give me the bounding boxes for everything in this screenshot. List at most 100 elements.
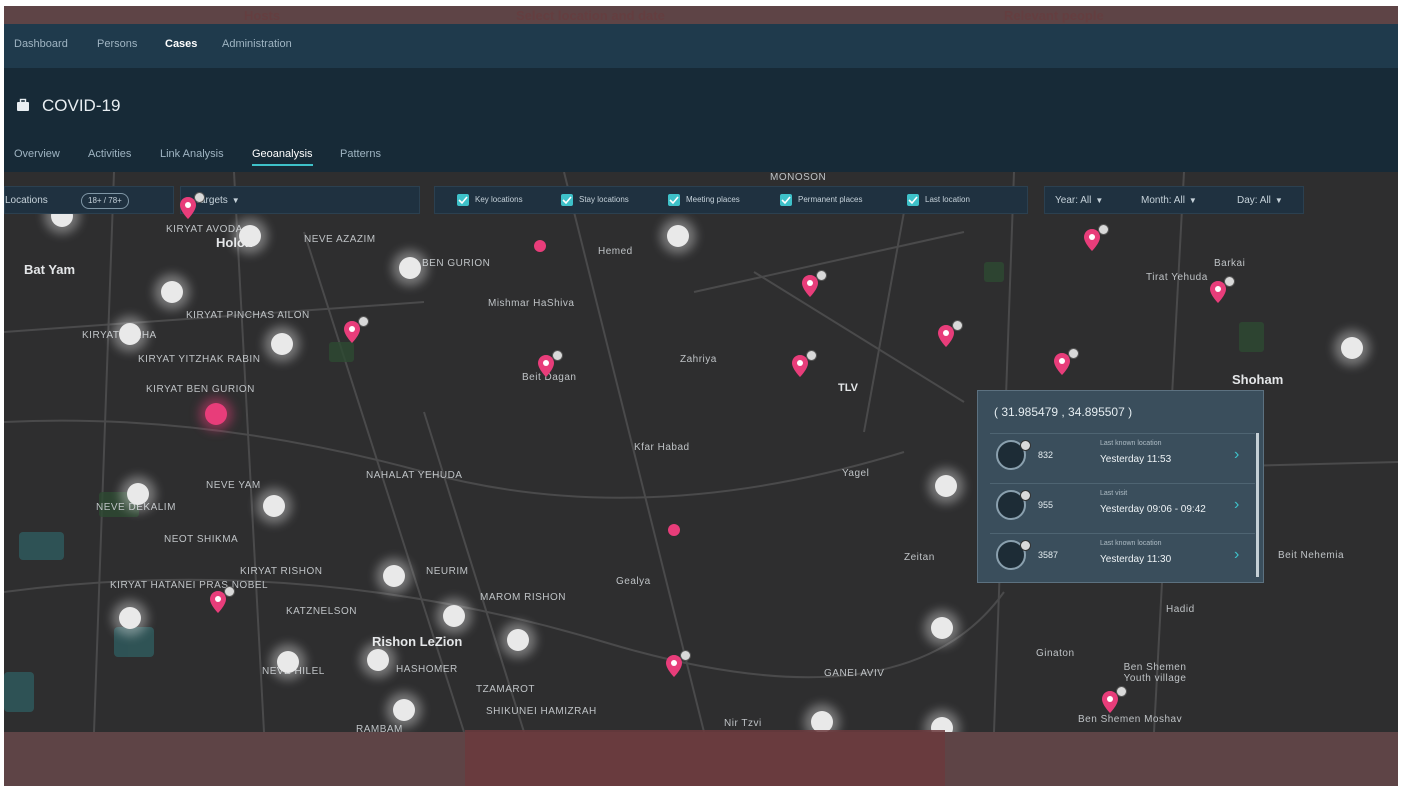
nav-persons[interactable]: Persons bbox=[97, 38, 137, 50]
bottom-panel bbox=[465, 730, 945, 786]
pin-badge bbox=[816, 270, 827, 281]
tab-activities[interactable]: Activities bbox=[88, 148, 131, 164]
cluster-marker[interactable] bbox=[507, 629, 529, 651]
chevron-right-icon[interactable]: › bbox=[1234, 446, 1239, 464]
tab-patterns[interactable]: Patterns bbox=[340, 148, 381, 164]
cluster-marker[interactable] bbox=[127, 483, 149, 505]
location-dot[interactable] bbox=[668, 524, 680, 536]
person-row[interactable]: 955 Last visit Yesterday 09:06 - 09:42 › bbox=[990, 483, 1255, 530]
pin-badge bbox=[1068, 348, 1079, 359]
year-dropdown[interactable]: Year: All ▼ bbox=[1055, 195, 1103, 206]
pin-badge bbox=[194, 192, 205, 203]
person-id: 3587 bbox=[1038, 550, 1059, 560]
person-id: 832 bbox=[1038, 450, 1054, 460]
pin-badge bbox=[358, 316, 369, 327]
person-id: 955 bbox=[1038, 500, 1054, 510]
row-time: Yesterday 09:06 - 09:42 bbox=[1100, 504, 1206, 515]
popup-scrollbar[interactable] bbox=[1256, 433, 1259, 577]
tab-geoanalysis[interactable]: Geoanalysis bbox=[252, 148, 313, 166]
pin-badge bbox=[680, 650, 691, 661]
cluster-marker[interactable] bbox=[393, 699, 415, 721]
label-nir-tzvi: Nir Tzvi bbox=[724, 718, 762, 729]
filter-stay-locations: Stay locations bbox=[579, 195, 629, 204]
label-hemed: Hemed bbox=[598, 246, 633, 257]
cluster-marker[interactable] bbox=[367, 649, 389, 671]
cluster-marker[interactable] bbox=[399, 257, 421, 279]
caret-down-icon: ▼ bbox=[1095, 196, 1104, 205]
cluster-marker[interactable] bbox=[263, 495, 285, 517]
checkbox-meeting-places[interactable] bbox=[668, 194, 680, 206]
pin-badge bbox=[1116, 686, 1127, 697]
cluster-marker[interactable] bbox=[443, 605, 465, 627]
cluster-marker[interactable] bbox=[811, 711, 833, 732]
tab-link-analysis[interactable]: Link Analysis bbox=[160, 148, 224, 164]
label-neve-yam: NEVE YAM bbox=[206, 480, 261, 491]
label-tlv: TLV bbox=[838, 382, 858, 394]
cluster-marker[interactable] bbox=[1341, 337, 1363, 359]
targets-bar[interactable]: Targets ▼ bbox=[180, 186, 420, 214]
month-dropdown[interactable]: Month: All ▼ bbox=[1141, 195, 1197, 206]
checkbox-last-location[interactable] bbox=[907, 194, 919, 206]
label-kiryat-pinchas: KIRYAT PINCHAS AILON bbox=[186, 310, 310, 321]
cluster-marker[interactable] bbox=[383, 565, 405, 587]
briefcase-icon bbox=[17, 98, 29, 111]
row-label: Last visit bbox=[1100, 490, 1128, 497]
cluster-marker[interactable] bbox=[161, 281, 183, 303]
label-beit-nehemia: Beit Nehemia bbox=[1278, 550, 1345, 561]
chevron-right-icon[interactable]: › bbox=[1234, 546, 1239, 564]
person-row[interactable]: 832 Last known location Yesterday 11:53 … bbox=[990, 433, 1255, 480]
label-neot-shikma: NEOT SHIKMA bbox=[164, 534, 239, 545]
label-mishmar-hashiva: Mishmar HaShiva bbox=[488, 298, 575, 309]
filter-key-locations: Key locations bbox=[475, 195, 523, 204]
avatar-badge bbox=[1020, 540, 1031, 551]
label-ginaton: Ginaton bbox=[1036, 648, 1075, 659]
nav-administration[interactable]: Administration bbox=[222, 38, 292, 50]
pin-badge bbox=[224, 586, 235, 597]
label-kiryat-hatanei: KIRYAT HATANEI PRAS NOBEL bbox=[110, 580, 269, 591]
avatar-badge bbox=[1020, 440, 1031, 451]
pin-badge bbox=[1224, 276, 1235, 287]
location-dot[interactable] bbox=[534, 240, 546, 252]
cluster-marker[interactable] bbox=[935, 475, 957, 497]
label-neurim: NEURIM bbox=[426, 566, 469, 577]
person-row[interactable]: 3587 Last known location Yesterday 11:30… bbox=[990, 533, 1255, 580]
checkbox-key-locations[interactable] bbox=[457, 194, 469, 206]
locations-count-badge[interactable]: 18+ / 78+ bbox=[81, 193, 129, 209]
hotspot-marker[interactable] bbox=[205, 403, 227, 425]
pin-badge bbox=[552, 350, 563, 361]
label-barkai: Barkai bbox=[1214, 258, 1246, 269]
filter-last-location: Last location bbox=[925, 195, 970, 204]
day-dropdown[interactable]: Day: All ▼ bbox=[1237, 195, 1283, 206]
caret-down-icon: ▼ bbox=[1188, 196, 1197, 205]
label-kfar-habad: Kfar Habad bbox=[634, 442, 690, 453]
checkbox-permanent-places[interactable] bbox=[780, 194, 792, 206]
cluster-marker[interactable] bbox=[119, 607, 141, 629]
top-navigation: Dashboard Persons Cases Administration bbox=[4, 24, 1398, 68]
label-shikunei-hamizrah: SHIKUNEI HAMIZRAH bbox=[486, 706, 597, 717]
label-kiryat-avoda: KIRYAT AVODA bbox=[166, 224, 243, 235]
nav-dashboard[interactable]: Dashboard bbox=[14, 38, 68, 50]
cluster-marker[interactable] bbox=[119, 323, 141, 345]
tab-overview[interactable]: Overview bbox=[14, 148, 60, 164]
label-ben-gurion: BEN GURION bbox=[422, 258, 491, 269]
chevron-right-icon[interactable]: › bbox=[1234, 496, 1239, 514]
pin-badge bbox=[1098, 224, 1109, 235]
cluster-marker[interactable] bbox=[239, 225, 261, 247]
label-yagel: Yagel bbox=[842, 468, 870, 479]
cluster-marker[interactable] bbox=[667, 225, 689, 247]
label-gealya: Gealya bbox=[616, 576, 651, 587]
cluster-marker[interactable] bbox=[271, 333, 293, 355]
nav-cases[interactable]: Cases bbox=[165, 38, 197, 50]
label-ganei-aviv: GANEI AVIV bbox=[824, 668, 885, 679]
cluster-marker[interactable] bbox=[277, 651, 299, 673]
label-tzamarot: TZAMAROT bbox=[476, 684, 535, 695]
row-time: Yesterday 11:30 bbox=[1100, 554, 1172, 565]
label-ben-shemen-moshav: Ben Shemen Moshav bbox=[1078, 714, 1183, 725]
cluster-marker[interactable] bbox=[931, 617, 953, 639]
label-rishon-lezion: Rishon LeZion bbox=[372, 634, 463, 649]
relevant-people-label: Relevant people bbox=[1004, 8, 1104, 23]
label-kiryat-rishon: KIRYAT RISHON bbox=[240, 566, 323, 577]
person-icon bbox=[996, 490, 1031, 520]
checkbox-stay-locations[interactable] bbox=[561, 194, 573, 206]
label-zeitan: Zeitan bbox=[904, 552, 935, 563]
